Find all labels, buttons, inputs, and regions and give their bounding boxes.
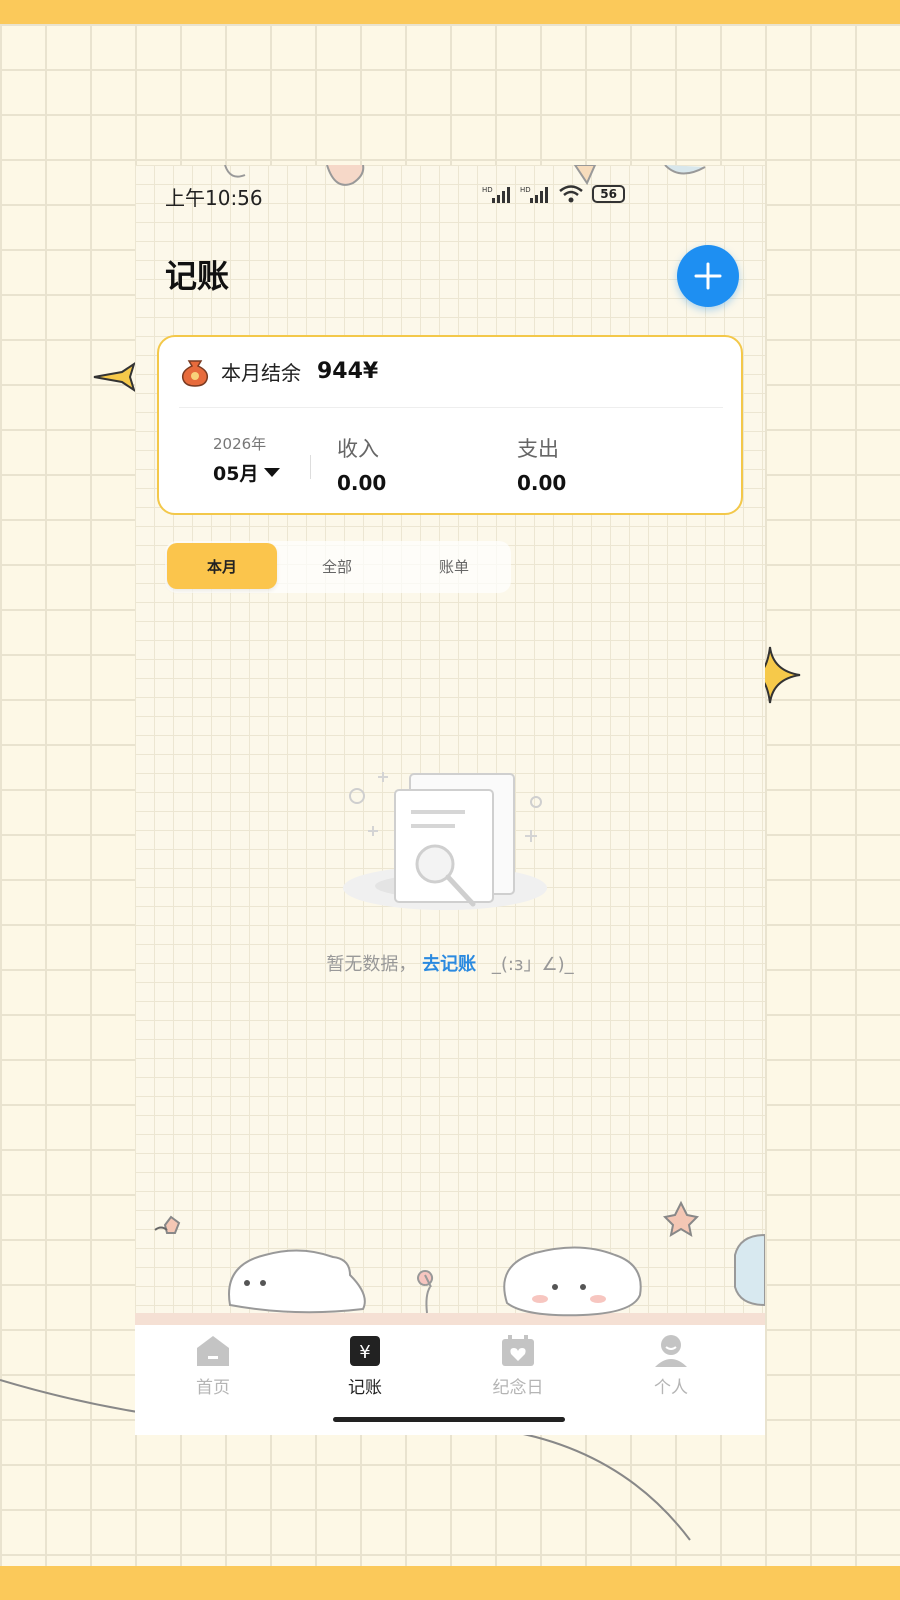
- hamster-illustration: [135, 1200, 765, 1325]
- nav-profile[interactable]: 个人: [611, 1333, 731, 1398]
- expense-stat: 支出 0.00: [517, 433, 566, 495]
- status-icons: HD HD 56: [482, 184, 625, 204]
- top-decor-band: [0, 0, 900, 24]
- nav-label: 个人: [654, 1378, 688, 1398]
- tab-this-month[interactable]: 本月: [167, 543, 277, 589]
- year-label: 2026年: [213, 435, 267, 453]
- home-icon: [195, 1333, 231, 1369]
- sparkle-left-decor: [93, 362, 136, 392]
- caret-down-icon: [264, 468, 281, 477]
- bottom-decor-band: [0, 1566, 900, 1600]
- signal-label: HD: [520, 186, 531, 194]
- signal-icon: HD: [520, 186, 549, 203]
- tab-bills[interactable]: 账单: [399, 543, 509, 589]
- empty-text: 暂无数据，: [326, 954, 417, 975]
- income-stat: 收入 0.00: [337, 433, 386, 495]
- home-indicator: [333, 1417, 565, 1422]
- page-title: 记账: [165, 257, 230, 295]
- status-bar: 上午10:56 HD HD 56: [135, 180, 765, 210]
- income-label: 收入: [337, 437, 379, 461]
- nav-anniversary[interactable]: 纪念日: [458, 1333, 578, 1398]
- balance-label: 本月结余: [221, 360, 301, 385]
- month-picker[interactable]: 05月: [213, 459, 281, 486]
- balance-value: 944¥: [317, 358, 379, 384]
- calendar-heart-icon: [500, 1333, 536, 1369]
- tab-all[interactable]: 全部: [282, 543, 392, 589]
- go-record-link[interactable]: 去记账: [422, 954, 476, 975]
- user-icon: [653, 1333, 689, 1369]
- month-label: 05月: [213, 463, 259, 485]
- nav-label: 记账: [348, 1378, 382, 1398]
- svg-text:¥: ¥: [359, 1342, 370, 1363]
- wifi-icon: [559, 185, 584, 203]
- signal-label: HD: [482, 186, 493, 194]
- nav-ledger[interactable]: ¥ 记账: [305, 1333, 425, 1398]
- sparkle-right-decor: [760, 646, 801, 704]
- card-divider: [179, 407, 723, 408]
- plus-icon: [694, 262, 722, 290]
- ledger-icon: ¥: [347, 1333, 383, 1369]
- emoticon-text: _(:з」∠)_: [491, 954, 574, 975]
- battery-icon: 56: [592, 185, 625, 203]
- status-time: 上午10:56: [165, 186, 263, 210]
- vertical-divider: [310, 455, 311, 479]
- money-bag-icon: [181, 360, 209, 387]
- empty-documents-illustration: [343, 772, 547, 910]
- filter-tabs: 本月 全部 账单: [165, 541, 511, 593]
- income-value: 0.00: [337, 471, 387, 495]
- signal-icon: HD: [482, 186, 511, 203]
- empty-state-message: 暂无数据， 去记账 _(:з」∠)_: [135, 950, 765, 976]
- expense-value: 0.00: [517, 471, 567, 495]
- monthly-summary-card: 本月结余 944¥ 2026年 05月 收入 0.00 支出 0.00: [157, 335, 743, 515]
- nav-home[interactable]: 首页: [153, 1333, 273, 1398]
- balance-row: 本月结余 944¥: [179, 355, 378, 387]
- add-record-button[interactable]: [677, 245, 739, 307]
- expense-label: 支出: [517, 437, 559, 461]
- nav-label: 首页: [196, 1378, 230, 1398]
- nav-label: 纪念日: [492, 1378, 544, 1398]
- phone-screen: 上午10:56 HD HD 56 记账 本月结余 944¥ 2026年 05月 …: [135, 165, 765, 1435]
